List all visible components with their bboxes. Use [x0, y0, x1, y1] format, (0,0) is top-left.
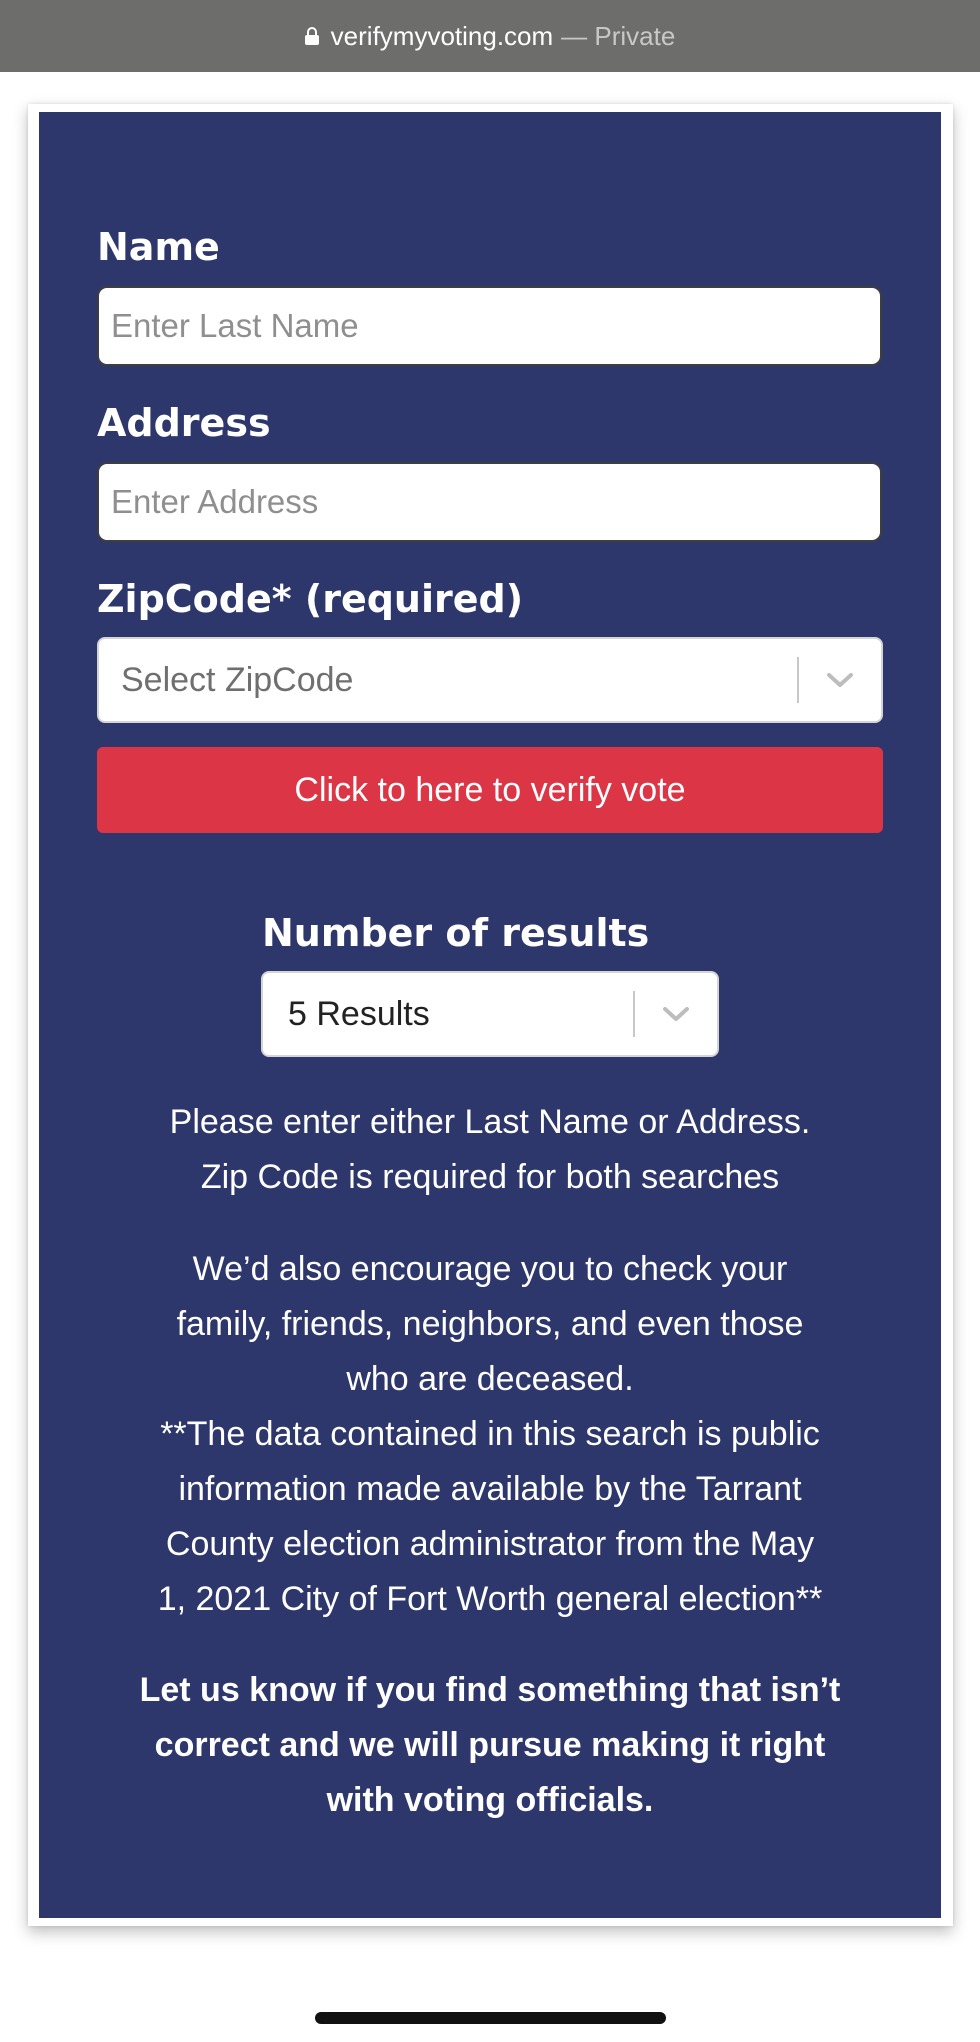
last-name-input[interactable] [97, 286, 882, 366]
search-instructions: Please enter either Last Name or Address… [97, 1095, 883, 1205]
verify-vote-button[interactable]: Click to here to verify vote [97, 747, 883, 833]
zipcode-select-value: Select ZipCode [121, 660, 354, 699]
chevron-down-icon[interactable] [799, 671, 881, 689]
url-domain: verifymyvoting.com [330, 20, 554, 51]
results-count-value: 5 Results [288, 994, 430, 1033]
instruction-line: Please enter either Last Name or Address… [169, 1103, 811, 1141]
call-to-action: Let us know if you find something that i… [97, 1663, 883, 1828]
data-disclaimer-line: information made available by the Tarran… [178, 1470, 802, 1508]
cta-line: Let us know if you find something that i… [139, 1671, 841, 1709]
encouragement-line: who are deceased. [346, 1360, 634, 1398]
data-disclaimer-line: 1, 2021 City of Fort Worth general elect… [157, 1580, 823, 1618]
address-label: Address [97, 401, 271, 445]
address-input[interactable] [97, 462, 882, 542]
cta-line: correct and we will pursue making it rig… [154, 1726, 826, 1764]
zipcode-label: ZipCode* (required) [97, 577, 524, 621]
zipcode-select[interactable]: Select ZipCode [97, 637, 883, 723]
encouragement-line: family, friends, neighbors, and even tho… [176, 1305, 804, 1343]
results-count-label: Number of results [262, 911, 650, 955]
encouragement-line: We’d also encourage you to check your [192, 1250, 788, 1288]
encouragement-text: We’d also encourage you to check your fa… [97, 1242, 883, 1627]
cta-line: with voting officials. [326, 1781, 654, 1819]
browser-url-bar[interactable]: verifymyvoting.com — Private [0, 0, 980, 72]
chevron-down-icon[interactable] [635, 1005, 717, 1023]
lock-icon [304, 27, 319, 45]
data-disclaimer-line: County election administrator from the M… [165, 1525, 815, 1563]
data-disclaimer-line: **The data contained in this search is p… [160, 1415, 820, 1453]
private-indicator: — Private [561, 20, 676, 51]
instruction-line: Zip Code is required for both searches [200, 1158, 780, 1196]
home-indicator [315, 2012, 666, 2024]
results-count-select[interactable]: 5 Results [261, 971, 719, 1057]
name-label: Name [97, 225, 220, 269]
